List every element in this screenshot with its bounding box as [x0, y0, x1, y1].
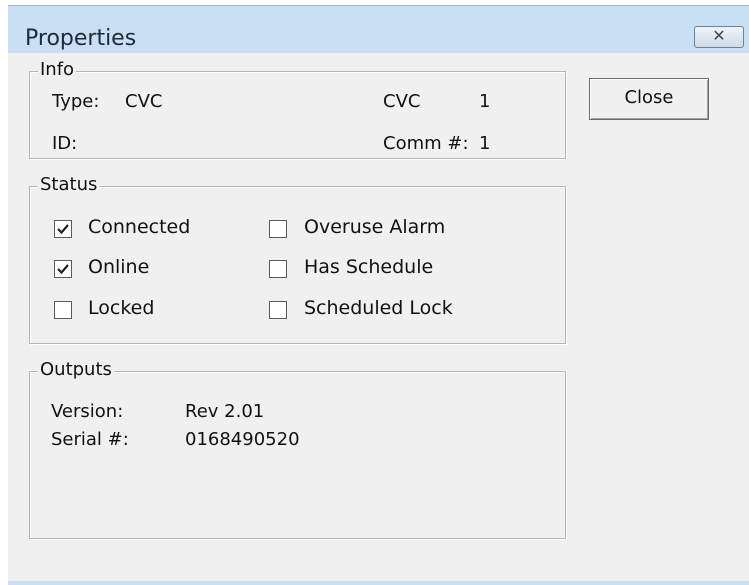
- version-label: Version:: [51, 401, 124, 422]
- window-close-button[interactable]: ✕: [694, 26, 744, 48]
- close-icon: ✕: [712, 26, 726, 45]
- window-bottom-border: [8, 581, 749, 585]
- type-value: CVC: [125, 91, 163, 112]
- overuse-alarm-checkbox[interactable]: [269, 220, 287, 238]
- cvc-value: 1: [479, 91, 491, 112]
- outputs-group-label: Outputs: [38, 359, 114, 380]
- scheduled-lock-checkbox[interactable]: [269, 301, 287, 319]
- title-bar[interactable]: Properties ✕: [8, 5, 749, 53]
- type-label: Type:: [52, 91, 100, 112]
- online-checkbox[interactable]: [54, 260, 72, 278]
- serial-label: Serial #:: [51, 429, 129, 450]
- version-value: Rev 2.01: [185, 401, 265, 422]
- close-button[interactable]: Close: [589, 78, 709, 120]
- checkmark-icon: [57, 264, 69, 275]
- has-schedule-label: Has Schedule: [304, 256, 434, 278]
- online-label: Online: [88, 256, 150, 278]
- cvc-label: CVC: [383, 91, 421, 112]
- connected-label: Connected: [88, 216, 191, 238]
- scheduled-lock-label: Scheduled Lock: [304, 297, 453, 319]
- info-group-label: Info: [38, 59, 77, 80]
- serial-value: 0168490520: [185, 429, 300, 450]
- locked-label: Locked: [88, 297, 155, 319]
- window-title: Properties: [25, 26, 137, 51]
- checkmark-icon: [57, 224, 69, 235]
- id-label: ID:: [52, 133, 78, 154]
- info-group: Info Type: CVC CVC 1 ID: Comm #: 1: [29, 59, 566, 159]
- has-schedule-checkbox[interactable]: [269, 260, 287, 278]
- overuse-alarm-label: Overuse Alarm: [304, 216, 446, 238]
- status-group-label: Status: [38, 174, 100, 195]
- outputs-group: Outputs Version: Rev 2.01 Serial #: 0168…: [29, 359, 566, 539]
- connected-checkbox[interactable]: [54, 220, 72, 238]
- comm-value: 1: [479, 133, 491, 154]
- status-group: Status Connected Online Locked Overuse A…: [29, 174, 566, 344]
- comm-label: Comm #:: [383, 133, 469, 154]
- locked-checkbox[interactable]: [54, 301, 72, 319]
